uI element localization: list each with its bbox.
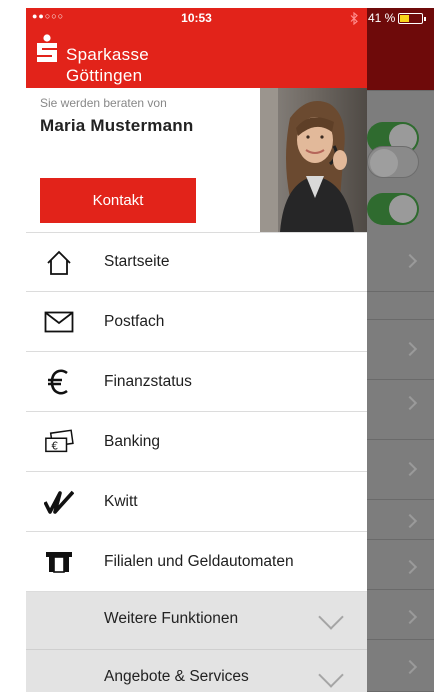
menu-item-label: Postfach (104, 312, 165, 330)
background-toggle-off[interactable] (367, 146, 419, 178)
background-row[interactable] (367, 232, 434, 292)
advisor-portrait-image (260, 88, 367, 232)
brand-name-line-1: Sparkasse (66, 45, 150, 64)
section-weitere-funktionen[interactable]: Weitere Funktionen (26, 592, 367, 650)
chevron-right-icon (402, 253, 418, 269)
chevron-down-icon[interactable] (318, 662, 344, 688)
menu-item-label: Filialen und Geldautomaten (104, 552, 294, 570)
euro-icon (44, 367, 74, 397)
advisor-photo (260, 88, 367, 232)
brand-name-line-2: Göttingen (66, 66, 143, 85)
navigation-drawer: Sparkasse Göttingen Sie werden beraten v… (26, 8, 367, 692)
status-bar: ●●○○○ 10:53 41 % (26, 8, 434, 28)
background-app[interactable] (367, 8, 434, 692)
section-label: Weitere Funktionen (104, 610, 239, 627)
advisor-name: Maria Mustermann (40, 116, 194, 135)
battery-icon (398, 13, 426, 24)
background-row[interactable] (367, 590, 434, 640)
bluetooth-icon (350, 12, 358, 25)
background-row[interactable] (367, 380, 434, 440)
sparkasse-logo-icon (37, 34, 57, 62)
status-time: 10:53 (181, 11, 212, 25)
background-row[interactable] (367, 640, 434, 692)
chevron-down-icon[interactable] (318, 604, 344, 630)
background-row[interactable] (367, 500, 434, 540)
contact-button[interactable]: Kontakt (40, 178, 196, 223)
menu-item-filialen[interactable]: Filialen und Geldautomaten (26, 532, 367, 592)
menu-item-startseite[interactable]: Startseite (26, 232, 367, 292)
chevron-right-icon (402, 609, 418, 625)
background-toggle-on-2[interactable] (367, 193, 419, 225)
menu-item-label: Finanzstatus (104, 372, 192, 390)
device-screen: Sparkasse Göttingen Sie werden beraten v… (26, 8, 434, 692)
chevron-right-icon (402, 395, 418, 411)
chevron-right-icon (402, 461, 418, 477)
menu-item-label: Kwitt (104, 492, 138, 510)
mail-icon (44, 307, 74, 337)
menu-item-banking[interactable]: € Banking (26, 412, 367, 472)
chevron-right-icon (402, 513, 418, 529)
atm-icon (44, 547, 74, 577)
chevron-right-icon (402, 341, 418, 357)
menu-item-finanzstatus[interactable]: Finanzstatus (26, 352, 367, 412)
svg-text:€: € (52, 441, 59, 453)
menu-item-label: Banking (104, 432, 161, 450)
advisor-panel: Sie werden beraten von Maria Mustermann … (26, 88, 367, 232)
menu-item-postfach[interactable]: Postfach (26, 292, 367, 352)
background-row[interactable] (367, 540, 434, 590)
chevron-right-icon (402, 659, 418, 675)
main-menu: Startseite Postfach Finanzstatus € Banki… (26, 232, 367, 692)
menu-item-label: Startseite (104, 253, 170, 270)
section-angebote-services[interactable]: Angebote & Services (26, 650, 367, 692)
battery-percent: 41 % (368, 11, 396, 25)
advisor-caption: Sie werden beraten von (40, 96, 167, 110)
banknotes-icon: € (44, 427, 74, 457)
chevron-right-icon (402, 559, 418, 575)
home-icon (44, 248, 74, 278)
menu-item-kwitt[interactable]: Kwitt (26, 472, 367, 532)
kwitt-icon (44, 487, 74, 517)
background-row[interactable] (367, 440, 434, 500)
background-row[interactable] (367, 320, 434, 380)
section-label: Angebote & Services (104, 668, 249, 685)
